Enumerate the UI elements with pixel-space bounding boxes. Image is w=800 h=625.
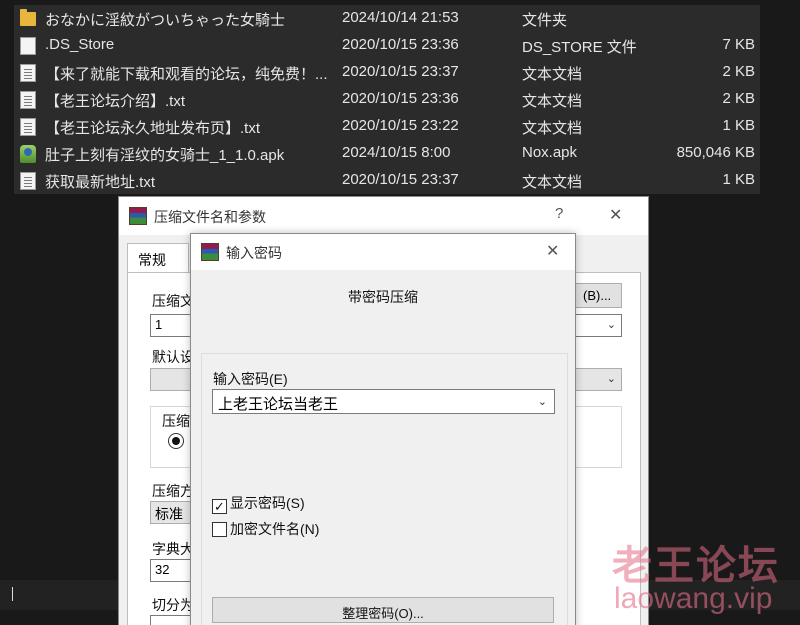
- encrypt-filenames-checkbox[interactable]: 加密文件名(N): [212, 519, 319, 539]
- browse-button[interactable]: (B)...: [574, 283, 622, 308]
- watermark-url: laowang.vip: [614, 582, 773, 615]
- text-caret: [12, 587, 13, 601]
- password-value: 上老王论坛当老王: [218, 396, 339, 413]
- file-size: 850,046 KB: [676, 144, 755, 161]
- file-list: おなかに淫紋がついちゃった女騎士 2024/10/14 21:53 文件夹 .D…: [14, 5, 760, 194]
- split-volume-label: 切分为: [152, 597, 194, 613]
- chevron-down-icon[interactable]: ⌄: [538, 395, 547, 408]
- file-type: 文本文档: [522, 66, 583, 83]
- password-dialog-heading: 带密码压缩: [348, 289, 418, 305]
- file-type: DS_STORE 文件: [522, 39, 637, 56]
- compression-method-value: 标准: [155, 506, 183, 522]
- text-file-icon: [20, 91, 36, 109]
- file-type: 文本文档: [522, 174, 583, 191]
- file-size: 2 KB: [722, 63, 755, 80]
- chevron-down-icon[interactable]: ⌄: [607, 372, 616, 385]
- file-type: Nox.apk: [522, 144, 578, 161]
- file-name: .DS_Store: [45, 36, 115, 53]
- winrar-icon: [129, 207, 147, 225]
- file-row[interactable]: 【老王论坛介绍】.txt 2020/10/15 23:36 文本文档 2 KB: [14, 86, 760, 113]
- file-date: 2020/10/15 23:36: [342, 36, 459, 53]
- file-size: 2 KB: [722, 90, 755, 107]
- file-date: 2024/10/15 8:00: [342, 144, 451, 161]
- file-size: 1 KB: [722, 117, 755, 134]
- close-icon[interactable]: ✕: [546, 241, 559, 261]
- text-file-icon: [20, 172, 36, 190]
- winrar-icon: [201, 243, 219, 261]
- file-name: 获取最新地址.txt: [45, 174, 156, 191]
- help-button[interactable]: ?: [555, 205, 563, 222]
- encrypt-filenames-label: 加密文件名(N): [230, 521, 320, 537]
- dictionary-size-value: 32: [155, 562, 170, 577]
- format-group-label: 压缩: [160, 411, 192, 431]
- file-date: 2024/10/14 21:53: [342, 9, 459, 26]
- checkbox-checked-icon[interactable]: ✓: [212, 499, 227, 514]
- show-password-label: 显示密码(S): [230, 495, 305, 511]
- organize-passwords-button[interactable]: 整理密码(O)...: [212, 597, 554, 623]
- text-file-icon: [20, 64, 36, 82]
- file-row[interactable]: おなかに淫紋がついちゃった女騎士 2024/10/14 21:53 文件夹: [14, 5, 760, 32]
- password-label: 输入密码(E): [213, 371, 288, 387]
- file-row[interactable]: 获取最新地址.txt 2020/10/15 23:37 文本文档 1 KB: [14, 167, 760, 194]
- file-row[interactable]: 【来了就能下载和观看的论坛，纯免费！... 2020/10/15 23:37 文…: [14, 59, 760, 86]
- tab-general[interactable]: 常规: [127, 243, 189, 273]
- file-type: 文本文档: [522, 93, 583, 110]
- file-name: 肚子上刻有淫纹的女骑士_1_1.0.apk: [45, 147, 285, 164]
- file-date: 2020/10/15 23:22: [342, 117, 459, 134]
- close-icon[interactable]: ✕: [609, 205, 622, 225]
- file-type: 文本文档: [522, 120, 583, 137]
- default-profile-label: 默认设: [152, 349, 194, 365]
- organize-passwords-label: 整理密码(O)...: [342, 606, 424, 621]
- archive-name-value: 1: [155, 317, 163, 332]
- file-name: おなかに淫紋がついちゃった女騎士: [45, 12, 286, 29]
- file-name: 【老王论坛永久地址发布页】.txt: [45, 120, 261, 137]
- text-file-icon: [20, 118, 36, 136]
- file-date: 2020/10/15 23:37: [342, 63, 459, 80]
- file-row[interactable]: .DS_Store 2020/10/15 23:36 DS_STORE 文件 7…: [14, 32, 760, 59]
- folder-icon: [20, 9, 36, 26]
- dictionary-size-label: 字典大: [152, 541, 194, 557]
- file-type: 文件夹: [522, 12, 568, 29]
- checkbox-unchecked-icon[interactable]: [212, 522, 227, 537]
- browse-button-label: (B)...: [583, 288, 612, 303]
- file-row[interactable]: 【老王论坛永久地址发布页】.txt 2020/10/15 23:22 文本文档 …: [14, 113, 760, 140]
- password-input[interactable]: 上老王论坛当老王 ⌄: [212, 389, 555, 414]
- archive-dialog-titlebar[interactable]: 压缩文件名和参数 ? ✕: [119, 197, 648, 235]
- file-name: 【老王论坛介绍】.txt: [45, 93, 186, 110]
- show-password-checkbox[interactable]: ✓ 显示密码(S): [212, 493, 305, 514]
- file-name: 【来了就能下载和观看的论坛，纯免费！...: [45, 66, 328, 83]
- password-dialog-titlebar[interactable]: 输入密码 ✕: [191, 234, 575, 270]
- file-size: 7 KB: [722, 36, 755, 53]
- compression-method-label: 压缩方: [152, 483, 194, 499]
- chevron-down-icon[interactable]: ⌄: [607, 318, 616, 331]
- format-radio[interactable]: [168, 433, 184, 449]
- file-date: 2020/10/15 23:36: [342, 90, 459, 107]
- password-dialog-title: 输入密码: [226, 245, 282, 261]
- archive-dialog-title: 压缩文件名和参数: [154, 209, 266, 225]
- blank-file-icon: [20, 37, 36, 55]
- archive-name-label: 压缩文: [152, 293, 194, 309]
- enter-password-dialog: 输入密码 ✕ 带密码压缩 输入密码(E) 上老王论坛当老王 ⌄ ✓ 显示密码(S)…: [190, 233, 576, 625]
- file-date: 2020/10/15 23:37: [342, 171, 459, 188]
- file-size: 1 KB: [722, 171, 755, 188]
- file-row[interactable]: 肚子上刻有淫纹的女骑士_1_1.0.apk 2024/10/15 8:00 No…: [14, 140, 760, 167]
- apk-file-icon: [20, 145, 36, 163]
